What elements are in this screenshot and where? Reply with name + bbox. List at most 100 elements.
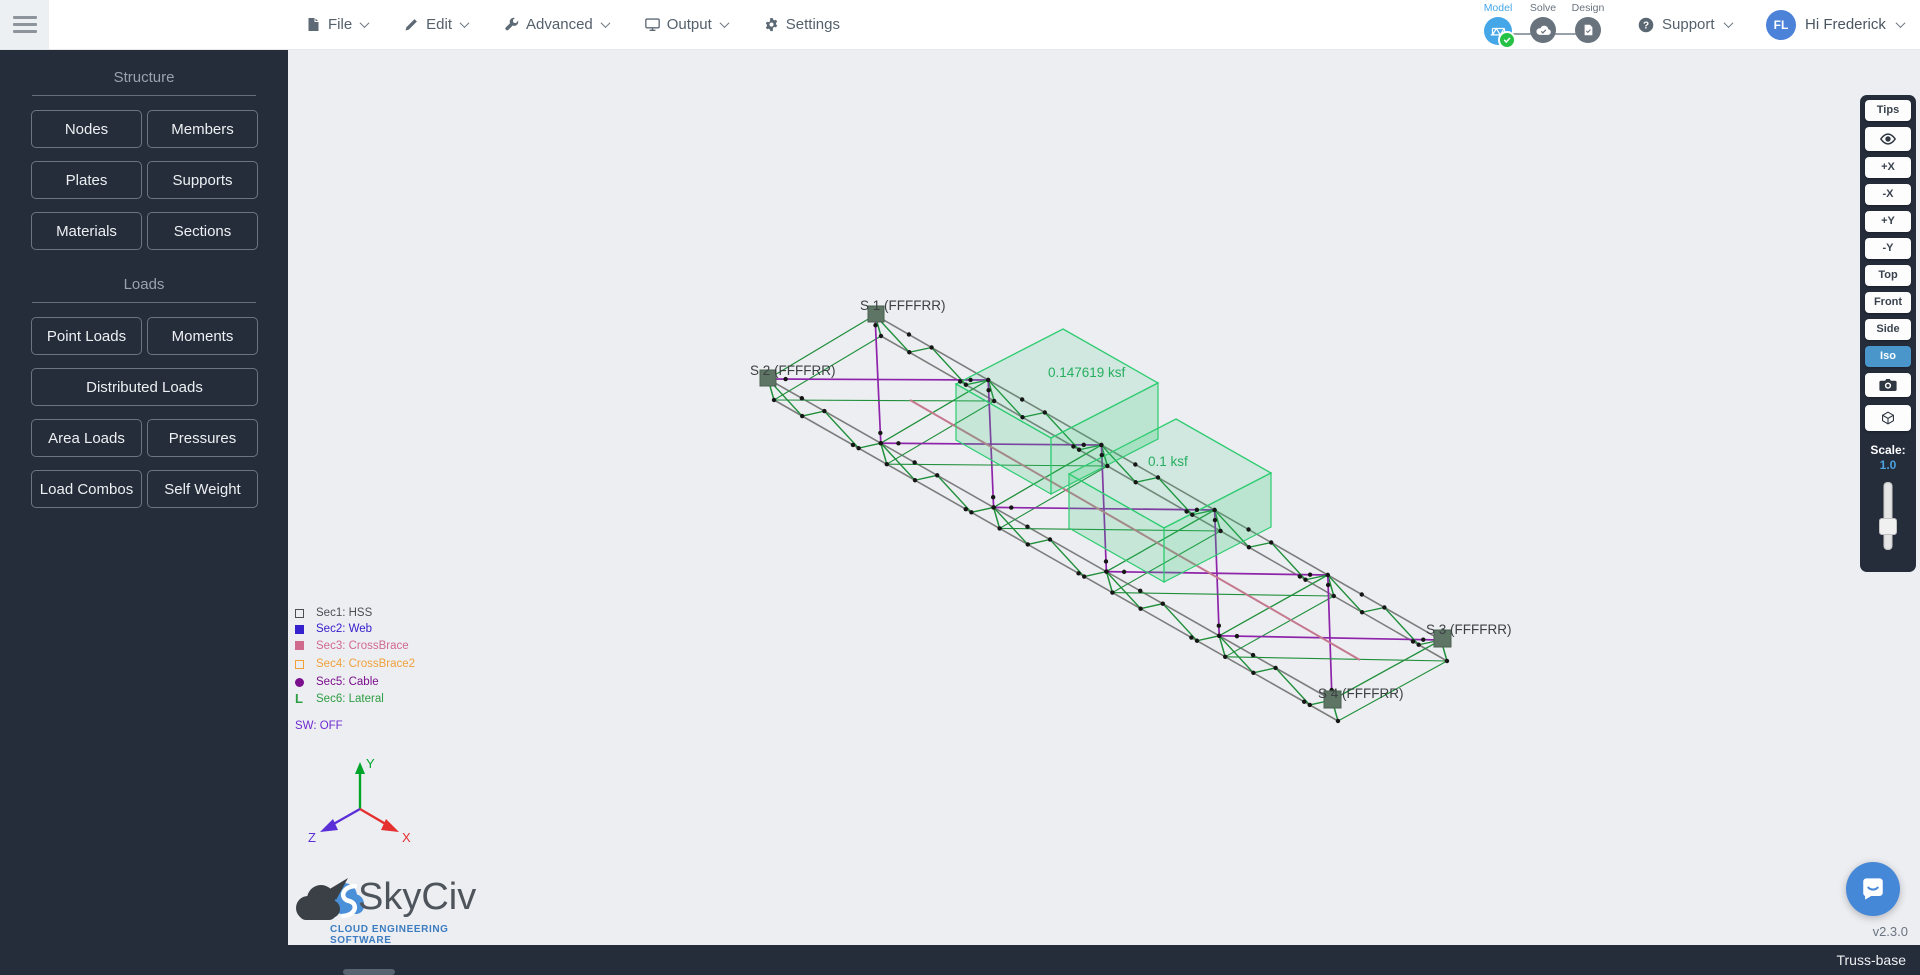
sidebar-button-moments[interactable]: Moments xyxy=(147,317,258,355)
legend-item: Sec4: CrossBrace2 xyxy=(295,656,415,672)
support-label: Support xyxy=(1662,16,1715,33)
area-load-label: 0.147619 ksf xyxy=(1048,365,1126,380)
skyciv-wordmark: SkyCiv xyxy=(358,876,476,919)
sidebar-button-nodes[interactable]: Nodes xyxy=(31,110,142,148)
skyciv-tagline: CLOUD ENGINEERING SOFTWARE xyxy=(330,924,512,946)
chevron-down-icon xyxy=(719,18,729,28)
menu-label: Advanced xyxy=(526,16,593,33)
sidebar-section-title: Structure xyxy=(0,67,288,89)
cloud-icon xyxy=(1530,17,1556,43)
axis-triad: Y Z X xyxy=(300,750,418,852)
scale-slider-track[interactable] xyxy=(1884,482,1893,550)
hamburger-menu-button[interactable] xyxy=(0,0,49,49)
sidebar-button-pressures[interactable]: Pressures xyxy=(147,419,258,457)
menu-advanced[interactable]: Advanced xyxy=(504,16,609,33)
sidebar-button-row: Distributed Loads xyxy=(31,368,258,406)
workflow-steps: ModelSolveDesign xyxy=(1470,3,1620,49)
view-button-minus-y[interactable]: -Y xyxy=(1865,238,1911,259)
horizontal-scrollbar-thumb[interactable] xyxy=(343,969,395,975)
sidebar: StructureNodesMembersPlatesSupportsMater… xyxy=(0,49,288,945)
support-label: S 2 (FFFFRR) xyxy=(750,363,836,378)
legend-item: Sec1: HSS xyxy=(295,605,415,621)
sidebar-button-row: PlatesSupports xyxy=(31,161,258,199)
legend-marker-circle xyxy=(295,678,305,687)
app-version: v2.3.0 xyxy=(1873,924,1908,939)
gear-icon xyxy=(764,17,779,32)
menu-output[interactable]: Output xyxy=(645,16,728,33)
pencil-icon xyxy=(404,17,419,32)
menu-label: Settings xyxy=(786,16,840,33)
sidebar-button-sections[interactable]: Sections xyxy=(147,212,258,250)
menu-edit[interactable]: Edit xyxy=(404,16,468,33)
sidebar-section-title: Loads xyxy=(0,274,288,296)
menu-label: Edit xyxy=(426,16,452,33)
scale-label: Scale: xyxy=(1860,443,1916,457)
menu-label: File xyxy=(328,16,352,33)
sidebar-button-materials[interactable]: Materials xyxy=(31,212,142,250)
x-axis-label: X xyxy=(402,830,411,845)
scale-slider-thumb[interactable] xyxy=(1879,518,1897,535)
support-label: S 1 (FFFFRR) xyxy=(860,298,946,313)
support-label: S 4 (FFFFRR) xyxy=(1318,686,1404,701)
x-axis-arrow xyxy=(381,819,399,832)
support-label: S 3 (FFFFRR) xyxy=(1426,622,1512,637)
support-menu[interactable]: ? Support xyxy=(1638,0,1732,49)
section-legend: Sec1: HSSSec2: WebSec3: CrossBraceSec4: … xyxy=(295,605,415,707)
scale-value: 1.0 xyxy=(1860,458,1916,472)
monitor-icon xyxy=(645,17,660,32)
sidebar-button-load-combos[interactable]: Load Combos xyxy=(31,470,142,508)
view-button-top[interactable]: Top xyxy=(1865,265,1911,286)
hamburger-icon xyxy=(13,16,37,19)
sidebar-button-row: MaterialsSections xyxy=(31,212,258,250)
sidebar-button-point-loads[interactable]: Point Loads xyxy=(31,317,142,355)
self-weight-status: SW: OFF xyxy=(295,720,343,732)
user-menu[interactable]: FL Hi Frederick xyxy=(1766,0,1904,49)
legend-label: Sec4: CrossBrace2 xyxy=(316,658,415,670)
sidebar-button-area-loads[interactable]: Area Loads xyxy=(31,419,142,457)
check-badge-icon xyxy=(1498,31,1516,49)
project-name: Truss-base xyxy=(1836,945,1906,975)
view-button-camera-icon[interactable] xyxy=(1865,373,1911,397)
view-button-eye-icon[interactable] xyxy=(1865,127,1911,151)
workflow-step-solve[interactable]: Solve xyxy=(1521,3,1565,43)
model-canvas[interactable]: 0.147619 ksf0.1 ksfS 1 (FFFFRR)S 2 (FFFF… xyxy=(288,49,1920,945)
chevron-down-icon xyxy=(600,18,610,28)
chevron-down-icon xyxy=(1723,18,1733,28)
view-button-plusminus-y[interactable]: +Y xyxy=(1865,211,1911,232)
view-button-tips[interactable]: Tips xyxy=(1865,100,1911,121)
legend-marker-square xyxy=(295,625,305,634)
sidebar-button-plates[interactable]: Plates xyxy=(31,161,142,199)
view-button-plusminus-x[interactable]: +X xyxy=(1865,157,1911,178)
view-button-side[interactable]: Side xyxy=(1865,319,1911,340)
truss-icon xyxy=(1484,17,1512,45)
sidebar-button-supports[interactable]: Supports xyxy=(147,161,258,199)
legend-marker-letter-L: L xyxy=(295,694,305,704)
workflow-step-design[interactable]: Design xyxy=(1566,3,1610,43)
workflow-step-label: Model xyxy=(1476,3,1520,14)
truss-3d-view[interactable]: 0.147619 ksf0.1 ksfS 1 (FFFFRR)S 2 (FFFF… xyxy=(288,49,1920,945)
sidebar-button-self-weight[interactable]: Self Weight xyxy=(147,470,258,508)
sidebar-button-distributed-loads[interactable]: Distributed Loads xyxy=(31,368,258,406)
workflow-step-label: Design xyxy=(1566,3,1610,14)
help-icon: ? xyxy=(1638,17,1654,33)
sidebar-button-row: Load CombosSelf Weight xyxy=(31,470,258,508)
view-button-cube-icon[interactable] xyxy=(1865,405,1911,431)
workflow-step-model[interactable]: Model xyxy=(1476,3,1520,45)
z-axis-arrow xyxy=(320,819,338,832)
y-axis-label: Y xyxy=(366,756,375,771)
sidebar-button-members[interactable]: Members xyxy=(147,110,258,148)
legend-item: LSec6: Lateral xyxy=(295,690,415,706)
scale-slider[interactable] xyxy=(1860,480,1916,558)
wrench-icon xyxy=(504,17,519,32)
view-button-front[interactable]: Front xyxy=(1865,292,1911,313)
view-button-iso[interactable]: Iso xyxy=(1865,346,1911,367)
menu-file[interactable]: File xyxy=(306,16,368,33)
menu-settings[interactable]: Settings xyxy=(764,16,840,33)
chevron-down-icon xyxy=(460,18,470,28)
skyciv-logo: SkyCiv CLOUD ENGINEERING SOFTWARE xyxy=(292,874,512,944)
chat-button[interactable] xyxy=(1846,862,1900,916)
sidebar-button-row: NodesMembers xyxy=(31,110,258,148)
view-button-minus-x[interactable]: -X xyxy=(1865,184,1911,205)
svg-text:?: ? xyxy=(1643,20,1649,31)
legend-marker-square-outline xyxy=(295,660,305,669)
